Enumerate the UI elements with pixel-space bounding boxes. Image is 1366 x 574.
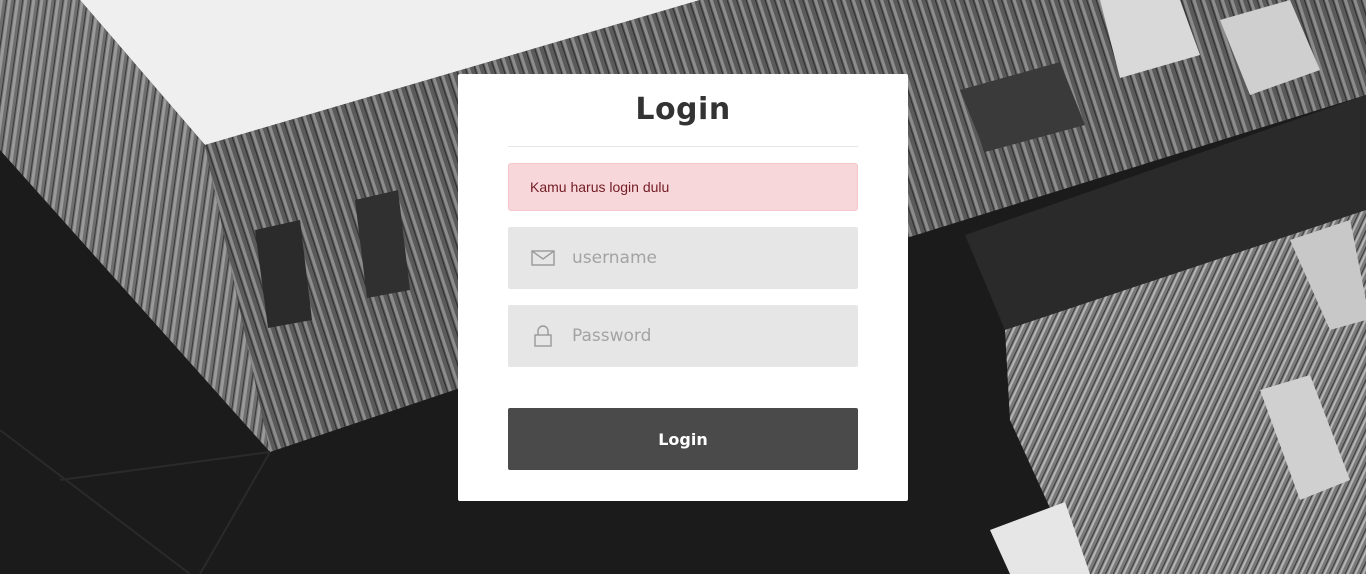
username-field[interactable] — [508, 227, 858, 289]
envelope-icon — [531, 250, 555, 266]
login-title: Login — [635, 92, 731, 127]
title-divider — [508, 146, 858, 147]
alert-message: Kamu harus login dulu — [508, 163, 858, 211]
login-card: Login Kamu harus login dulu Login — [458, 74, 908, 501]
password-input[interactable] — [572, 305, 842, 367]
lock-icon — [534, 325, 552, 347]
login-button[interactable]: Login — [508, 408, 858, 470]
username-input[interactable] — [572, 227, 842, 289]
password-field[interactable] — [508, 305, 858, 367]
